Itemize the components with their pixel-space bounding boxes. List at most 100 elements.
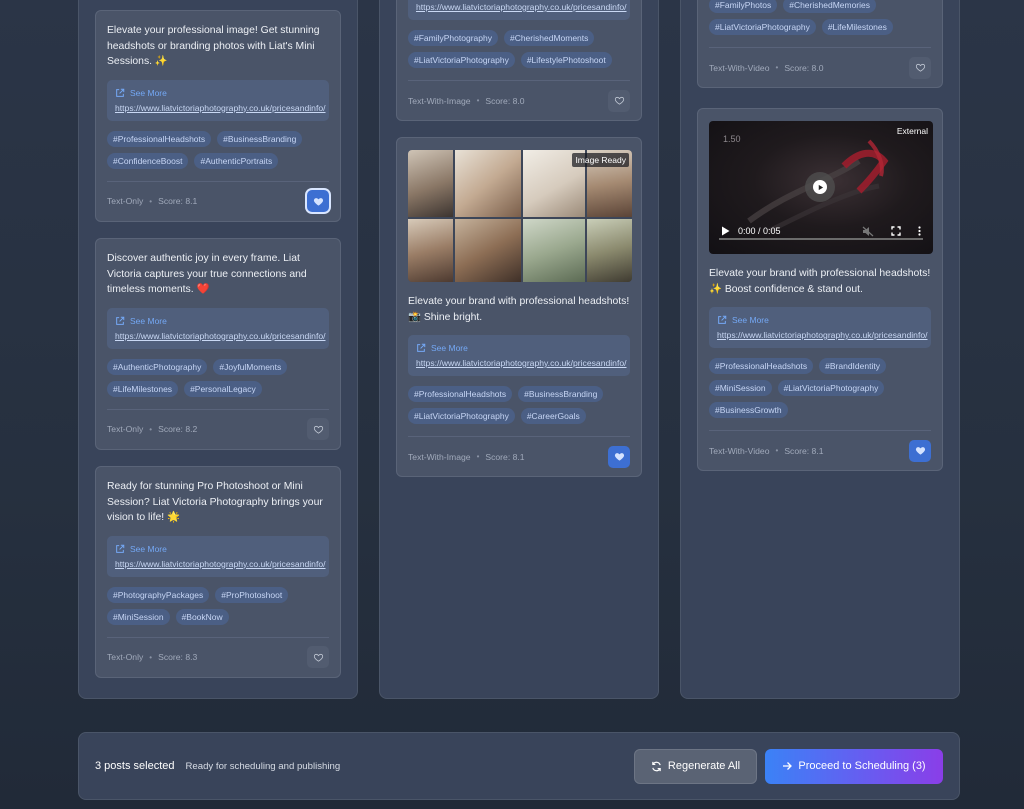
hashtag[interactable]: #PhotographyPackages — [107, 586, 210, 603]
link-preview: https://www.liatvictoriaphotography.co.u… — [408, 0, 630, 20]
external-link-icon — [116, 544, 125, 553]
hashtag-list: #PhotographyPackages #ProPhotoshoot #Min… — [107, 586, 329, 625]
separator-dot: • — [149, 196, 153, 206]
external-link-icon — [116, 88, 125, 97]
regenerate-all-button[interactable]: Regenerate All — [634, 748, 757, 784]
fullscreen-icon[interactable] — [891, 226, 901, 236]
post-text: Elevate your brand with professional hea… — [408, 296, 630, 323]
hashtag[interactable]: #BusinessGrowth — [709, 402, 788, 418]
post-url[interactable]: https://www.liatvictoriaphotography.co.u… — [115, 103, 326, 113]
post-card[interactable]: Ready for stunning Pro Photoshoot or Min… — [95, 466, 341, 678]
hashtag[interactable]: #CherishedMoments — [503, 30, 595, 46]
see-more-label: See More — [130, 87, 167, 98]
hashtag-list: #FamilyPhotography #CherishedMoments #Li… — [408, 30, 630, 68]
card-footer: Text-Only • Score: 8.2 — [107, 408, 329, 449]
hashtag[interactable]: #MiniSession — [709, 380, 772, 396]
link-preview: See More https://www.liatvictoriaphotogr… — [107, 307, 329, 349]
hashtag[interactable]: #LiatVictoriaPhotography — [408, 52, 515, 68]
hashtag-list: #ProfessionalHeadshots #BusinessBranding… — [408, 386, 630, 424]
hashtag[interactable]: #LiatVictoriaPhotography — [408, 408, 515, 424]
see-more-label: See More — [130, 315, 167, 326]
post-score: Score: 8.3 — [158, 652, 198, 662]
like-button[interactable] — [307, 646, 329, 668]
post-card[interactable]: Elevate your professional image! Get stu… — [95, 10, 341, 222]
see-more-label: See More — [431, 343, 468, 353]
heart-outline-icon — [313, 425, 323, 434]
post-card[interactable]: https://www.liatvictoriaphotography.co.u… — [396, 0, 642, 121]
post-column-3: #FamilyPhotos #CherishedMemories #LiatVi… — [680, 0, 960, 699]
post-url[interactable]: https://www.liatvictoriaphotography.co.u… — [115, 331, 326, 341]
hashtag[interactable]: #BusinessBranding — [518, 386, 604, 402]
hashtag[interactable]: #BrandIdentity — [819, 358, 886, 374]
hashtag[interactable]: #LiatVictoriaPhotography — [777, 380, 885, 396]
hashtag[interactable]: #LiatVictoriaPhotography — [709, 19, 816, 35]
post-card[interactable]: 1.50 External 0:00 / 0:05 Elevate your b… — [697, 108, 943, 471]
post-url[interactable]: https://www.liatvictoriaphotography.co.u… — [416, 358, 627, 368]
hashtag[interactable]: #ProfessionalHeadshots — [107, 130, 212, 147]
see-more-link[interactable]: See More — [115, 316, 321, 326]
like-button[interactable] — [909, 56, 931, 79]
see-more-link[interactable]: See More — [115, 544, 321, 554]
like-button[interactable] — [909, 439, 931, 462]
hashtag[interactable]: #MiniSession — [107, 608, 170, 625]
video-player[interactable]: 1.50 External 0:00 / 0:05 — [709, 121, 933, 254]
post-score: Score: 8.0 — [485, 95, 525, 106]
play-icon[interactable] — [721, 226, 730, 236]
post-card[interactable]: Discover authentic joy in every frame. L… — [95, 238, 341, 450]
more-options-icon[interactable] — [918, 226, 921, 236]
post-url[interactable]: https://www.liatvictoriaphotography.co.u… — [115, 559, 326, 569]
proceed-to-scheduling-button[interactable]: Proceed to Scheduling (3) — [765, 748, 943, 784]
post-score: Score: 8.1 — [784, 445, 824, 456]
see-more-link[interactable]: See More — [717, 315, 923, 325]
external-link-icon — [116, 316, 125, 325]
regenerate-all-label: Regenerate All — [667, 760, 741, 772]
hashtag-list: #ProfessionalHeadshots #BrandIdentity #M… — [709, 358, 931, 418]
photo-thumbnail — [523, 219, 585, 282]
hashtag[interactable]: #ProfessionalHeadshots — [709, 358, 814, 374]
hashtag[interactable]: #ProfessionalHeadshots — [408, 386, 513, 402]
hashtag[interactable]: #JoyfulMoments — [213, 358, 288, 375]
like-button[interactable] — [608, 89, 630, 112]
card-footer: Text-With-Video • Score: 8.0 — [709, 47, 931, 87]
post-type: Text-Only — [107, 196, 144, 206]
post-score: Score: 8.0 — [784, 62, 824, 73]
hashtag[interactable]: #LifeMilestones — [107, 380, 179, 397]
hashtag[interactable]: #FamilyPhotography — [408, 30, 498, 46]
play-overlay-button[interactable] — [805, 172, 835, 202]
hashtag[interactable]: #BookNow — [175, 608, 229, 625]
post-column-1: Elevate your professional image! Get stu… — [78, 0, 358, 699]
hashtag[interactable]: #AuthenticPortraits — [194, 152, 279, 169]
hashtag-list: #AuthenticPhotography #JoyfulMoments #Li… — [107, 358, 329, 397]
selected-count: 3 posts selected — [95, 760, 175, 772]
like-button[interactable] — [608, 445, 630, 468]
hashtag[interactable]: #CherishedMemories — [783, 0, 877, 13]
mute-icon[interactable] — [862, 226, 874, 237]
hashtag[interactable]: #LifeMilestones — [821, 19, 893, 35]
image-collage[interactable]: Image Ready — [408, 150, 632, 282]
hashtag[interactable]: #BusinessBranding — [217, 130, 303, 147]
see-more-label: See More — [130, 543, 167, 554]
refresh-icon — [652, 761, 661, 771]
post-card[interactable]: Image Ready Elevate your brand with prof… — [396, 137, 642, 477]
link-preview: See More https://www.liatvictoriaphotogr… — [107, 79, 329, 121]
separator-dot: • — [476, 96, 480, 105]
hashtag[interactable]: #FamilyPhotos — [709, 0, 778, 13]
video-time: 0:00 / 0:05 — [738, 226, 781, 236]
card-footer: Text-Only • Score: 8.1 — [107, 180, 329, 221]
hashtag[interactable]: #PersonalLegacy — [184, 380, 262, 397]
hashtag[interactable]: #AuthenticPhotography — [107, 358, 208, 375]
hashtag[interactable]: #CareerGoals — [520, 408, 586, 424]
separator-dot: • — [149, 424, 153, 434]
hashtag[interactable]: #LifestylePhotoshoot — [520, 52, 612, 68]
like-button[interactable] — [307, 418, 329, 440]
post-card[interactable]: #FamilyPhotos #CherishedMemories #LiatVi… — [697, 0, 943, 88]
separator-dot: • — [775, 446, 779, 455]
see-more-link[interactable]: See More — [416, 343, 622, 353]
post-url[interactable]: https://www.liatvictoriaphotography.co.u… — [416, 2, 627, 12]
post-url[interactable]: https://www.liatvictoriaphotography.co.u… — [717, 330, 928, 340]
hashtag[interactable]: #ConfidenceBoost — [107, 152, 189, 169]
see-more-link[interactable]: See More — [115, 88, 321, 98]
hashtag[interactable]: #ProPhotoshoot — [215, 586, 289, 603]
like-button[interactable] — [307, 190, 329, 212]
hashtag-list: #ProfessionalHeadshots #BusinessBranding… — [107, 130, 329, 169]
